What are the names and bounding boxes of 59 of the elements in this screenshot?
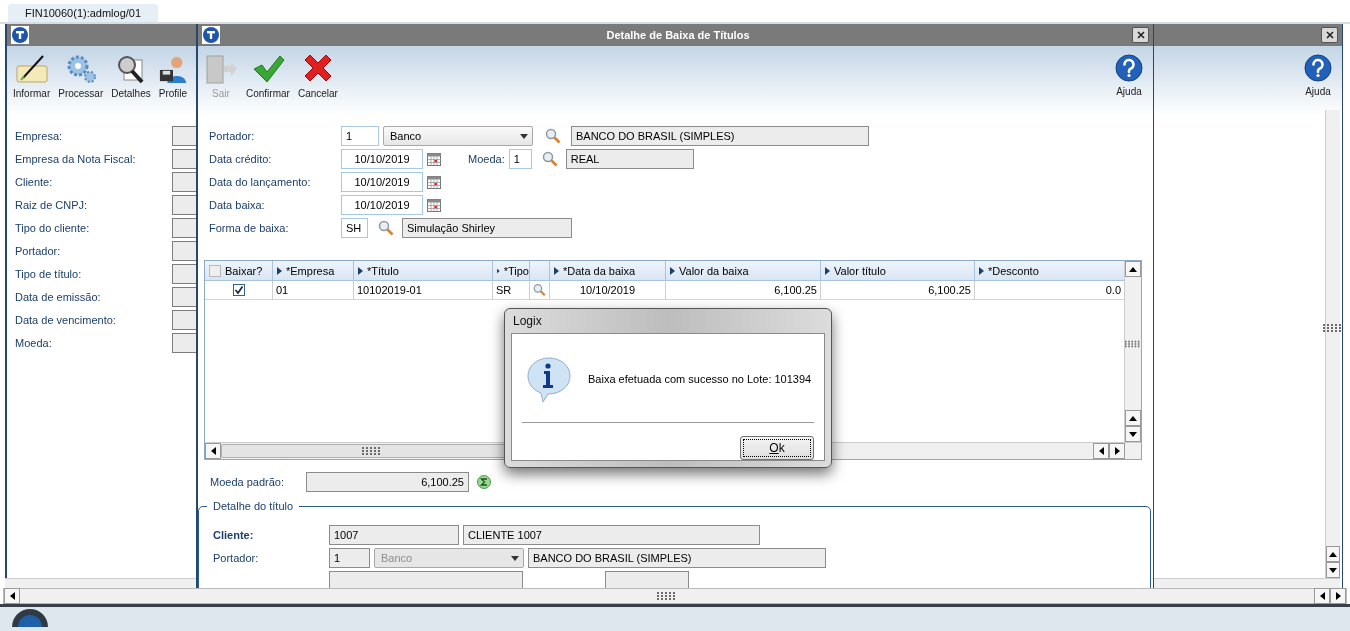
field-label: Tipo de título: xyxy=(15,268,83,280)
field-label: Cliente: xyxy=(15,176,54,188)
date-field[interactable]: 10/10/2019 xyxy=(341,172,423,192)
field-label: Data de vencimento: xyxy=(15,314,117,326)
type-dropdown[interactable]: Banco xyxy=(383,126,533,146)
window-tab[interactable]: FIN10060(1):admlog/01 xyxy=(8,4,158,22)
message-text: Baixa efetuada com sucesso no Lote: 101394 xyxy=(588,373,812,385)
field-label: Portador: xyxy=(213,552,260,564)
date-field[interactable]: 10/10/2019 xyxy=(341,195,423,215)
column-header[interactable]: Valor título xyxy=(821,261,975,280)
field-label: Portador: xyxy=(209,130,256,142)
code-field[interactable]: 1007 xyxy=(329,525,459,545)
name-field[interactable]: Simulação Shirley xyxy=(402,218,572,238)
toolbar-button[interactable]: Processar xyxy=(58,52,104,101)
column-header[interactable]: *Título xyxy=(354,261,493,280)
toolbar-button[interactable]: Confirmar xyxy=(246,52,290,101)
field-label: Tipo do cliente: xyxy=(15,222,91,234)
code-field[interactable]: 1 xyxy=(508,149,532,169)
field-label: Data do lançamento: xyxy=(209,176,312,188)
field-label: Empresa da Nota Fiscal: xyxy=(15,153,137,165)
column-header[interactable]: *Data da baixa xyxy=(550,261,666,280)
code-field[interactable]: SH xyxy=(341,218,368,238)
column-header[interactable]: Valor da baixa xyxy=(666,261,821,280)
date-field[interactable]: 10/10/2019 xyxy=(341,149,423,169)
ok-button[interactable]: Ok xyxy=(740,436,814,460)
help-button[interactable]: Ajuda xyxy=(1115,52,1143,99)
name-field[interactable]: CLIENTE 1007 xyxy=(463,525,760,545)
toolbar-button[interactable]: Detalhes xyxy=(111,52,151,101)
table-cell: 10102019-01 xyxy=(354,281,493,299)
table-cell: 01 xyxy=(273,281,354,299)
column-header[interactable]: *Tipo xyxy=(493,261,530,280)
window-title: Detalhe de Baixa de Títulos xyxy=(605,29,751,41)
dialog-title: Logix xyxy=(512,313,543,330)
column-header[interactable]: Baixar? xyxy=(205,261,273,280)
group-title: Detalhe do título xyxy=(207,500,300,512)
field-label: Data baixa: xyxy=(209,199,266,211)
field-label: Moeda padrão: xyxy=(210,476,285,488)
table-cell: SR xyxy=(493,281,530,299)
column-header[interactable]: *Empresa xyxy=(273,261,354,280)
toolbar-button[interactable]: Informar xyxy=(13,52,51,101)
field-label: Data crédito: xyxy=(209,153,273,165)
field-label: Moeda: xyxy=(15,337,53,349)
field-label: Raiz de CNPJ: xyxy=(15,199,89,211)
amount-field[interactable]: 6,100.25 xyxy=(306,472,469,492)
table-cell: 6,100.25 xyxy=(666,281,821,299)
code-field[interactable]: 1 xyxy=(341,126,379,146)
table-cell: 10/10/2019 xyxy=(550,281,666,299)
field-label: Cliente: xyxy=(213,529,255,541)
field-label: Moeda: xyxy=(468,153,505,165)
table-cell: 6,100.25 xyxy=(821,281,975,299)
name-field[interactable]: BANCO DO BRASIL (SIMPLES) xyxy=(571,126,869,146)
field-label: Data de emissão: xyxy=(15,291,102,303)
field-label: Forma de baixa: xyxy=(209,222,290,234)
toolbar-button[interactable]: Profile xyxy=(158,52,188,101)
field-label: Empresa: xyxy=(15,130,64,142)
toolbar-button[interactable]: Cancelar xyxy=(297,52,338,101)
name-field[interactable]: REAL xyxy=(565,149,694,169)
field-label: Portador: xyxy=(15,245,62,257)
help-button[interactable]: Ajuda xyxy=(1304,52,1332,99)
